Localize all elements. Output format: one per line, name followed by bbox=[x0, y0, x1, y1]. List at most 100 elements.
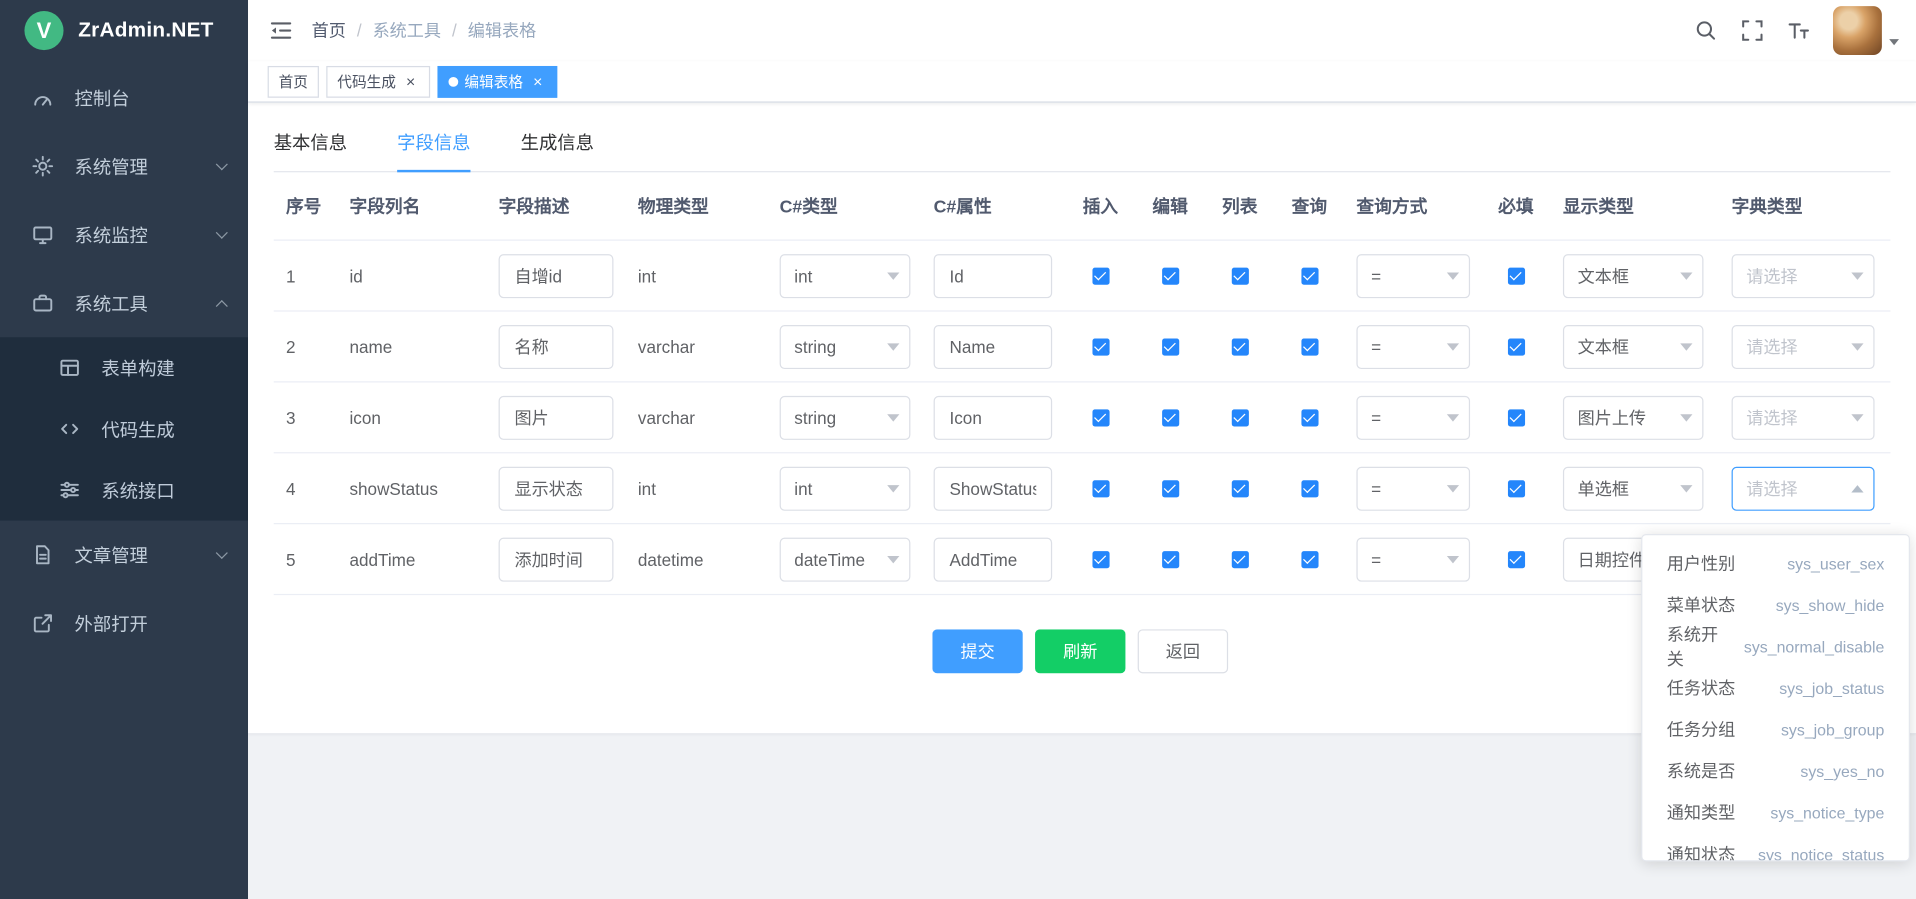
field-desc-input[interactable] bbox=[499, 324, 614, 368]
query-mode-select[interactable]: = bbox=[1356, 254, 1470, 298]
query-checkbox[interactable] bbox=[1301, 267, 1318, 284]
dict-option[interactable]: 通知状态sys_notice_status bbox=[1642, 833, 1908, 861]
sidebar-item-api[interactable]: 系统接口 bbox=[0, 459, 248, 520]
dict-option[interactable]: 任务状态sys_job_status bbox=[1642, 667, 1908, 709]
required-checkbox[interactable] bbox=[1507, 551, 1524, 568]
insert-checkbox[interactable] bbox=[1092, 338, 1109, 355]
list-checkbox[interactable] bbox=[1231, 480, 1248, 497]
required-checkbox[interactable] bbox=[1507, 338, 1524, 355]
sidebar-item-monitor[interactable]: 系统监控 bbox=[0, 200, 248, 268]
cell-field-name: id bbox=[337, 266, 486, 286]
csharp-prop-input[interactable] bbox=[934, 395, 1053, 439]
field-desc-input[interactable] bbox=[499, 466, 614, 510]
required-checkbox[interactable] bbox=[1507, 409, 1524, 426]
table-cell bbox=[486, 466, 625, 510]
edit-checkbox[interactable] bbox=[1162, 267, 1179, 284]
csharp-type-select[interactable]: string bbox=[780, 395, 911, 439]
dict-type-select[interactable]: 请选择 bbox=[1732, 395, 1875, 439]
tag-close-icon[interactable]: × bbox=[529, 73, 546, 90]
dict-type-select[interactable]: 请选择 bbox=[1732, 466, 1875, 510]
sidebar-item-code[interactable]: 代码生成 bbox=[0, 398, 248, 459]
csharp-prop-input[interactable] bbox=[934, 466, 1053, 510]
dict-option[interactable]: 系统开关sys_normal_disable bbox=[1642, 626, 1908, 668]
edit-checkbox[interactable] bbox=[1162, 338, 1179, 355]
dict-option[interactable]: 用户性别sys_user_sex bbox=[1642, 543, 1908, 585]
back-button[interactable]: 返回 bbox=[1138, 629, 1228, 673]
required-checkbox[interactable] bbox=[1507, 267, 1524, 284]
csharp-type-select[interactable]: string bbox=[780, 324, 911, 368]
display-type-select[interactable]: 文本框 bbox=[1563, 254, 1704, 298]
query-mode-select[interactable]: = bbox=[1356, 395, 1470, 439]
sidebar-item-toolbox[interactable]: 系统工具 bbox=[0, 269, 248, 337]
display-type-select[interactable]: 单选框 bbox=[1563, 466, 1704, 510]
dict-option[interactable]: 通知类型sys_notice_type bbox=[1642, 792, 1908, 834]
submit-button[interactable]: 提交 bbox=[932, 629, 1022, 673]
list-checkbox[interactable] bbox=[1231, 338, 1248, 355]
list-checkbox[interactable] bbox=[1231, 409, 1248, 426]
fullscreen-icon[interactable] bbox=[1740, 18, 1764, 42]
chevron-down-icon bbox=[1680, 414, 1692, 421]
tab-basic-info[interactable]: 基本信息 bbox=[274, 130, 347, 172]
breadcrumb-item[interactable]: 首页 bbox=[312, 18, 346, 42]
edit-checkbox[interactable] bbox=[1162, 480, 1179, 497]
csharp-prop-input[interactable] bbox=[934, 537, 1053, 581]
search-icon[interactable] bbox=[1694, 18, 1718, 42]
table-cell bbox=[1481, 267, 1551, 284]
table-cell: int bbox=[767, 466, 921, 510]
csharp-prop-input[interactable] bbox=[934, 324, 1053, 368]
column-header: 序号 bbox=[274, 193, 338, 219]
sidebar-item-dashboard[interactable]: 控制台 bbox=[0, 64, 248, 132]
tag-edit-table[interactable]: 编辑表格× bbox=[438, 65, 558, 97]
edit-checkbox[interactable] bbox=[1162, 409, 1179, 426]
tag-home[interactable]: 首页 bbox=[268, 65, 319, 97]
sidebar-item-document[interactable]: 文章管理 bbox=[0, 521, 248, 589]
user-avatar[interactable] bbox=[1833, 6, 1899, 55]
query-mode-select[interactable]: = bbox=[1356, 537, 1470, 581]
select-value: 请选择 bbox=[1746, 263, 1797, 287]
menu-fold-icon[interactable] bbox=[248, 18, 312, 42]
csharp-prop-input[interactable] bbox=[934, 254, 1053, 298]
csharp-type-select[interactable]: int bbox=[780, 254, 911, 298]
dict-option-label: 任务分组 bbox=[1667, 717, 1735, 741]
query-checkbox[interactable] bbox=[1301, 480, 1318, 497]
query-mode-select[interactable]: = bbox=[1356, 324, 1470, 368]
query-mode-select[interactable]: = bbox=[1356, 466, 1470, 510]
tab-generate-info[interactable]: 生成信息 bbox=[521, 130, 594, 172]
tab-field-info[interactable]: 字段信息 bbox=[397, 130, 470, 172]
tag-close-icon[interactable]: × bbox=[402, 73, 419, 90]
required-checkbox[interactable] bbox=[1507, 480, 1524, 497]
sidebar-item-form[interactable]: 表单构建 bbox=[0, 337, 248, 398]
field-desc-input[interactable] bbox=[499, 537, 614, 581]
sidebar-item-external-link[interactable]: 外部打开 bbox=[0, 589, 248, 657]
query-checkbox[interactable] bbox=[1301, 551, 1318, 568]
csharp-type-select[interactable]: dateTime bbox=[780, 537, 911, 581]
display-type-select[interactable]: 图片上传 bbox=[1563, 395, 1704, 439]
list-checkbox[interactable] bbox=[1231, 267, 1248, 284]
dict-option[interactable]: 任务分组sys_job_group bbox=[1642, 709, 1908, 751]
dict-type-select[interactable]: 请选择 bbox=[1732, 324, 1875, 368]
tag-code-generation[interactable]: 代码生成× bbox=[326, 65, 430, 97]
field-desc-input[interactable] bbox=[499, 254, 614, 298]
table-cell: 单选框 bbox=[1551, 466, 1720, 510]
insert-checkbox[interactable] bbox=[1092, 551, 1109, 568]
insert-checkbox[interactable] bbox=[1092, 267, 1109, 284]
font-size-icon[interactable] bbox=[1787, 18, 1811, 42]
insert-checkbox[interactable] bbox=[1092, 409, 1109, 426]
edit-checkbox[interactable] bbox=[1162, 551, 1179, 568]
csharp-type-select[interactable]: int bbox=[780, 466, 911, 510]
table-cell bbox=[486, 324, 625, 368]
refresh-button[interactable]: 刷新 bbox=[1035, 629, 1125, 673]
query-checkbox[interactable] bbox=[1301, 409, 1318, 426]
dict-option[interactable]: 系统是否sys_yes_no bbox=[1642, 750, 1908, 792]
list-checkbox[interactable] bbox=[1231, 551, 1248, 568]
dict-type-select[interactable]: 请选择 bbox=[1732, 254, 1875, 298]
sidebar-item-gear[interactable]: 系统管理 bbox=[0, 132, 248, 200]
insert-checkbox[interactable] bbox=[1092, 480, 1109, 497]
sidebar-item-label: 表单构建 bbox=[101, 355, 231, 381]
field-desc-input[interactable] bbox=[499, 395, 614, 439]
table-cell bbox=[921, 324, 1065, 368]
display-type-select[interactable]: 文本框 bbox=[1563, 324, 1704, 368]
dict-option[interactable]: 菜单状态sys_show_hide bbox=[1642, 584, 1908, 626]
table-cell bbox=[1481, 338, 1551, 355]
query-checkbox[interactable] bbox=[1301, 338, 1318, 355]
